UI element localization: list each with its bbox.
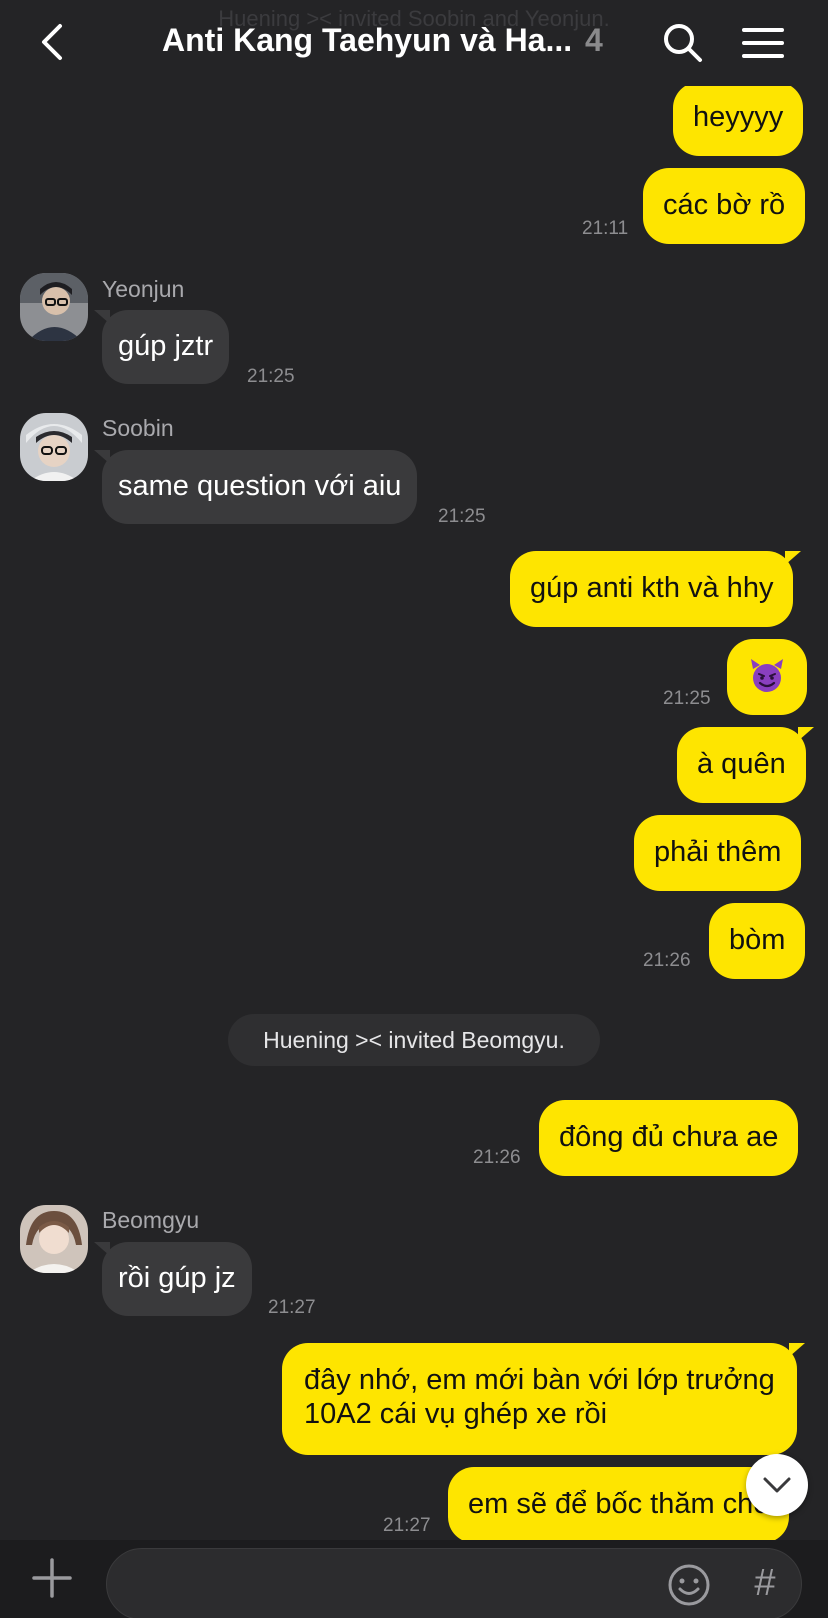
menu-button[interactable] <box>740 22 786 64</box>
message-time: 21:26 <box>473 1147 521 1168</box>
chat-header: Huening >< invited Soobin and Yeonjun. A… <box>0 0 828 86</box>
message-time: 21:26 <box>643 950 691 971</box>
system-notice: Huening >< invited Beomgyu. <box>228 1014 600 1066</box>
my-emoji-bubble[interactable] <box>727 639 807 715</box>
smiling-devil-emoji-icon <box>751 659 783 692</box>
message-time: 21:25 <box>663 688 711 709</box>
avatar-photo-soobin <box>20 413 88 481</box>
other-message-bubble[interactable]: same question với aiu <box>93 450 418 524</box>
chevron-left-icon <box>42 24 62 60</box>
message-line: đây nhớ, em mới bàn với lớp trưởng <box>304 1364 775 1396</box>
other-message-bubble[interactable]: rồi gúp jz <box>94 1242 252 1316</box>
hamburger-menu-icon <box>742 28 784 58</box>
sender-name: Beomgyu <box>102 1207 200 1233</box>
message-time: 21:27 <box>268 1297 316 1318</box>
add-attachment-button[interactable] <box>30 1556 74 1600</box>
chat-title[interactable]: Anti Kang Taehyun và Ha... 4 <box>162 22 603 59</box>
my-message-bubble[interactable]: heyyyy <box>673 82 804 156</box>
message-input[interactable]: # <box>106 1548 802 1618</box>
message-time: 21:25 <box>438 506 486 527</box>
my-message-bubble[interactable]: à quên <box>677 727 814 803</box>
message-time: 21:27 <box>383 1515 431 1536</box>
sender-name: Yeonjun <box>102 276 185 302</box>
smiley-icon <box>668 1564 710 1606</box>
my-message-bubble[interactable]: đông đủ chưa ae <box>539 1100 799 1176</box>
avatar-soobin[interactable] <box>20 413 88 481</box>
my-message-bubble[interactable]: em sẽ để bốc thăm cho <box>448 1467 790 1543</box>
search-icon <box>664 24 702 62</box>
avatar-photo-beomgyu <box>20 1205 88 1273</box>
member-count: 4 <box>585 22 603 58</box>
message-time: 21:25 <box>247 366 295 387</box>
message-line: 10A2 cái vụ ghép xe rồi <box>304 1398 608 1430</box>
hashtag-button[interactable]: # <box>743 1561 787 1605</box>
my-message-bubble[interactable]: các bờ rồ <box>643 168 806 244</box>
my-message-bubble[interactable]: gúp anti kth và hhy <box>510 551 802 627</box>
my-message-bubble[interactable]: bòm <box>709 903 806 979</box>
my-message-bubble-multiline[interactable]: đây nhớ, em mới bàn với lớp trưởng 10A2 … <box>282 1343 805 1455</box>
avatar-photo-yeonjun <box>20 273 88 341</box>
avatar-yeonjun[interactable] <box>20 273 88 341</box>
sender-name: Soobin <box>102 415 174 441</box>
search-button[interactable] <box>660 20 706 66</box>
my-message-bubble[interactable]: phải thêm <box>634 815 802 891</box>
other-message-bubble[interactable]: gúp jztr <box>93 310 230 384</box>
emoji-button[interactable] <box>667 1563 711 1607</box>
compose-bar: # <box>0 1540 828 1618</box>
message-time: 21:11 <box>582 218 629 239</box>
plus-icon <box>32 1558 72 1598</box>
back-button[interactable] <box>30 18 78 66</box>
avatar-beomgyu[interactable] <box>20 1205 88 1273</box>
chevron-down-icon <box>763 1477 791 1493</box>
scroll-to-bottom-button[interactable] <box>746 1454 808 1516</box>
chat-title-text: Anti Kang Taehyun và Ha... <box>162 22 573 58</box>
